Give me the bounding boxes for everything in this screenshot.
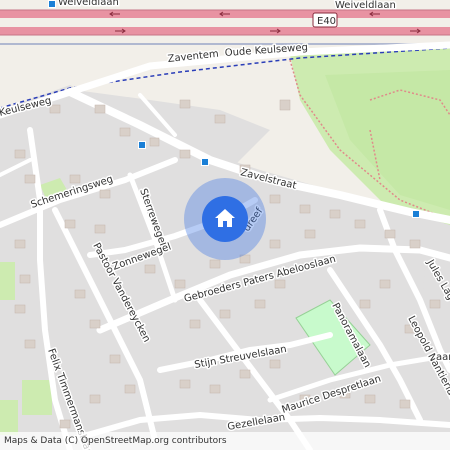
label-e40: E40 — [317, 16, 336, 27]
map-attribution: Maps & Data (C) OpenStreetMap.org contri… — [0, 432, 450, 450]
label-keulseweg: Keulseweg — [0, 95, 53, 119]
map-view[interactable]: Weiveldlaan Weiveldlaan E40 Zaventem Oud… — [0, 0, 450, 450]
label-panoramalaan: Panoramalaan — [329, 301, 372, 369]
label-zaventem: Zaventem — [167, 49, 219, 65]
location-accuracy-circle — [184, 178, 266, 260]
label-weiveldlaan: Weiveldlaan — [58, 0, 119, 8]
bus-stop-icon[interactable] — [138, 141, 146, 149]
label-weiveldlaan-east: Weiveldlaan — [335, 0, 396, 11]
home-icon — [215, 209, 235, 227]
label-zonnewegel: Zonnewegel — [111, 241, 172, 272]
label-sterrewegel: Sterrewegel — [137, 187, 168, 247]
label-oude-keulseweg: Oude Keulseweg — [224, 42, 308, 59]
label-jules-lagae: Jules Lag — [424, 257, 450, 302]
bus-stop-icon[interactable] — [412, 210, 420, 218]
home-marker-button[interactable] — [202, 196, 248, 242]
label-aan: aan — [436, 352, 450, 363]
label-maurice-despretlaan: Maurice Despretlaan — [281, 373, 383, 415]
label-stijn-streuvelslaan: Stijn Streuvelslaan — [194, 344, 288, 371]
label-paters-abelooslaan: Gebroeders Paters Abelooslaan — [183, 254, 337, 305]
label-gezellelaan: Gezellelaan — [227, 412, 286, 433]
bus-stop-icon[interactable] — [201, 158, 209, 166]
bus-stop-icon[interactable] — [48, 0, 56, 8]
label-schemeringsweg: Schemeringsweg — [30, 174, 115, 211]
